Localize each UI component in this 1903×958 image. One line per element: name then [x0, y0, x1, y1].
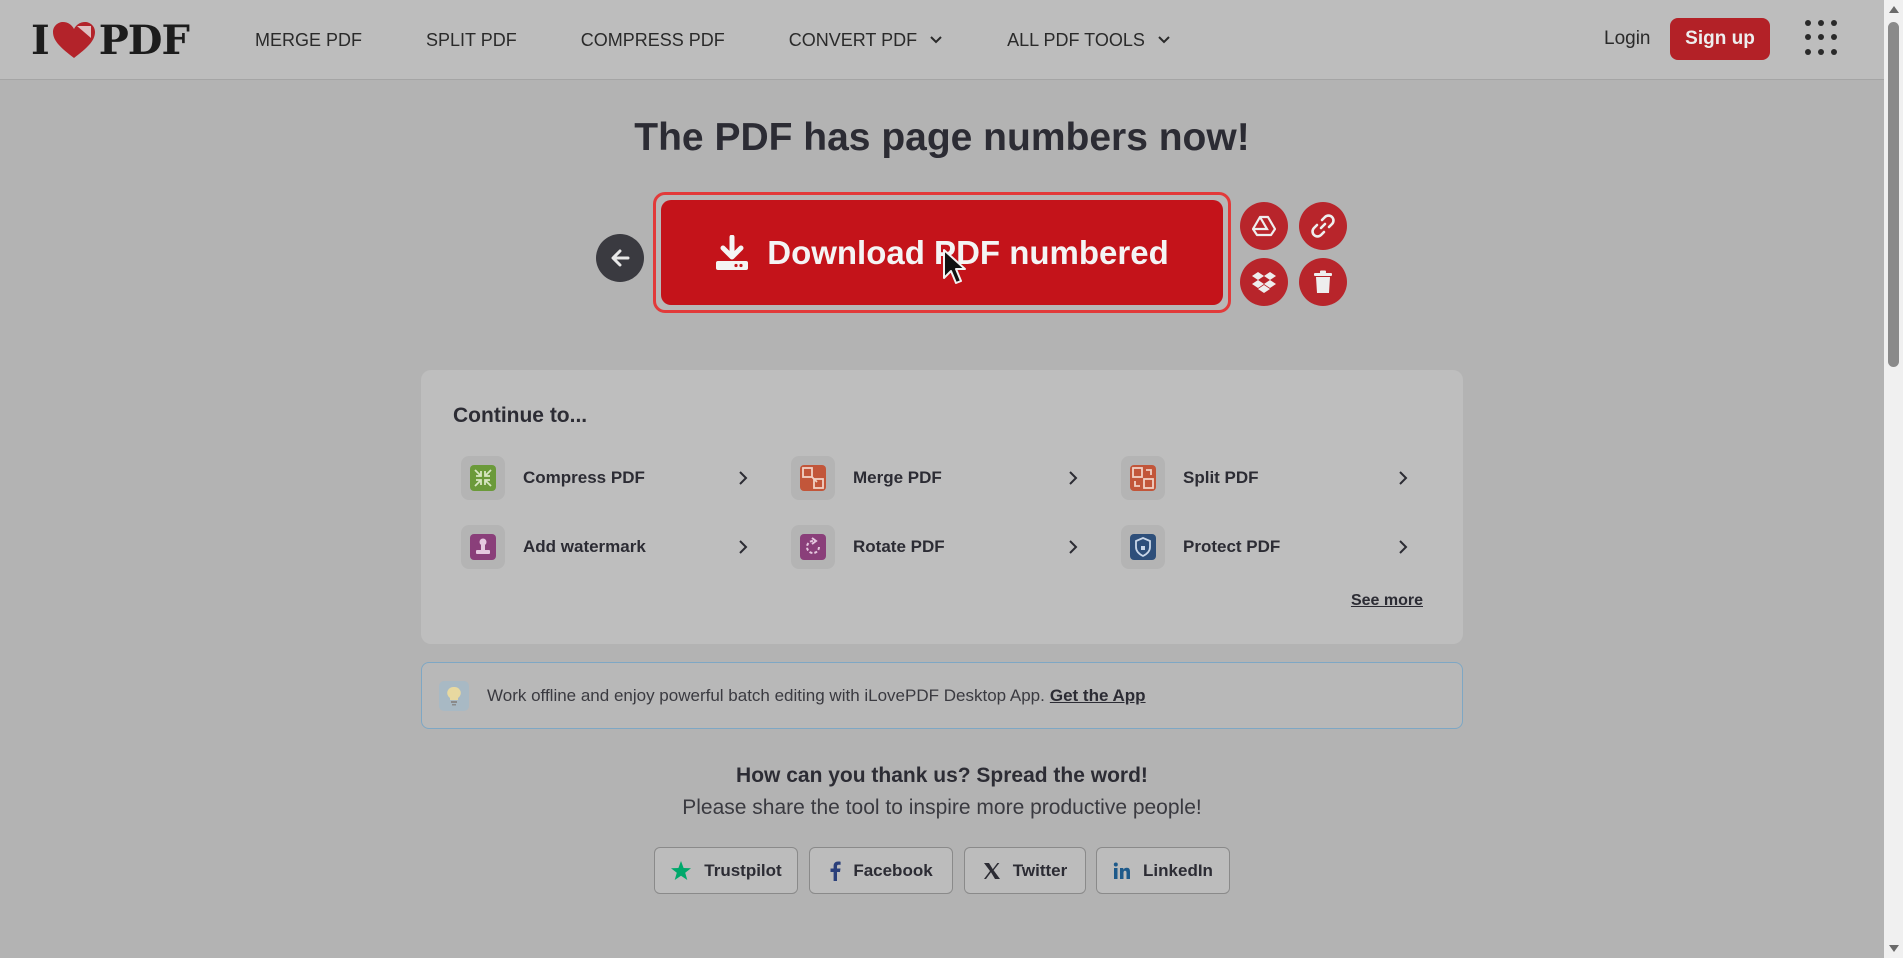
compress-icon — [461, 456, 505, 500]
merge-icon — [791, 456, 835, 500]
nav-label: CONVERT PDF — [788, 29, 918, 50]
chevron-right-icon — [1399, 540, 1408, 554]
continue-to-panel: Continue to... Compress PDF Merge PDF Sp… — [421, 370, 1463, 644]
nav-merge-pdf[interactable]: MERGE PDF — [255, 30, 362, 51]
share-link-button[interactable] — [1299, 202, 1347, 250]
heart-icon — [51, 20, 97, 60]
nav-label: MERGE PDF — [255, 29, 363, 50]
continue-protect-pdf[interactable]: Protect PDF — [1113, 523, 1413, 571]
nav-label: ALL PDF TOOLS — [1007, 29, 1145, 50]
lightbulb-icon — [439, 680, 469, 711]
chevron-right-icon — [1069, 471, 1078, 485]
signup-button[interactable]: Sign up — [1670, 18, 1770, 60]
scroll-down-icon[interactable] — [1889, 945, 1899, 952]
back-button[interactable] — [596, 234, 644, 282]
dot — [1805, 34, 1811, 41]
continue-compress-pdf[interactable]: Compress PDF — [453, 454, 753, 502]
tool-label: Rotate PDF — [853, 537, 945, 556]
chevron-down-icon — [1158, 36, 1170, 44]
chevron-right-icon — [739, 471, 748, 485]
dot — [1818, 34, 1824, 41]
nav-label: SPLIT PDF — [426, 29, 517, 50]
chevron-down-icon — [930, 36, 942, 44]
shield-icon — [1121, 525, 1165, 569]
continue-split-pdf[interactable]: Split PDF — [1113, 454, 1413, 502]
chevron-right-icon — [1069, 540, 1078, 554]
page-scrollbar[interactable] — [1884, 0, 1903, 958]
page-title: The PDF has page numbers now! — [634, 116, 1250, 159]
chevron-right-icon — [739, 540, 748, 554]
dot — [1831, 34, 1837, 41]
social-label: LinkedIn — [1143, 860, 1213, 880]
social-label: Facebook — [853, 860, 933, 880]
scroll-up-icon[interactable] — [1889, 6, 1899, 13]
continue-add-watermark[interactable]: Add watermark — [453, 523, 753, 571]
ilovepdf-logo[interactable]: I PDF — [31, 17, 190, 64]
share-facebook-button[interactable]: Facebook — [809, 847, 953, 894]
nav-split-pdf[interactable]: SPLIT PDF — [426, 30, 517, 51]
save-to-google-drive-button[interactable] — [1240, 202, 1288, 250]
tool-label: Merge PDF — [853, 468, 942, 487]
continue-heading: Continue to... — [453, 404, 588, 427]
social-label: Twitter — [1012, 860, 1068, 880]
scrollbar-thumb[interactable] — [1888, 22, 1899, 367]
dot — [1831, 48, 1837, 55]
watermark-icon — [461, 525, 505, 569]
split-icon — [1121, 456, 1165, 500]
social-label: Trustpilot — [704, 860, 782, 880]
tool-label: Compress PDF — [523, 468, 645, 487]
chevron-right-icon — [1399, 471, 1408, 485]
nav-compress-pdf[interactable]: COMPRESS PDF — [581, 30, 725, 51]
get-the-app-link[interactable]: Get the App — [1050, 686, 1146, 706]
nav-label: COMPRESS PDF — [580, 29, 725, 50]
top-navbar: I PDF MERGE PDF SPLIT PDF COMPRESS PDF C… — [0, 0, 1884, 80]
dot — [1831, 20, 1837, 26]
mouse-cursor-icon — [943, 249, 966, 284]
google-drive-icon — [1252, 215, 1276, 237]
share-linkedin-button[interactable]: LinkedIn — [1096, 847, 1230, 894]
dot — [1805, 48, 1811, 55]
logo-letter-i: I — [31, 16, 50, 64]
banner-text: Work offline and enjoy powerful batch ed… — [487, 685, 1045, 705]
dot — [1818, 20, 1824, 26]
continue-rotate-pdf[interactable]: Rotate PDF — [783, 523, 1083, 571]
linkedin-icon — [1113, 862, 1131, 879]
nav-all-pdf-tools[interactable]: ALL PDF TOOLS — [1007, 30, 1171, 51]
main-nav: MERGE PDF SPLIT PDF COMPRESS PDF CONVERT… — [255, 0, 1235, 80]
facebook-icon — [830, 861, 841, 881]
dot — [1818, 48, 1824, 55]
dropbox-icon — [1252, 272, 1276, 293]
link-icon — [1311, 214, 1335, 238]
logo-text-pdf: PDF — [98, 16, 190, 64]
tool-label: Split PDF — [1183, 468, 1259, 487]
dot — [1805, 20, 1811, 26]
tool-label: Add watermark — [523, 537, 646, 556]
trash-icon — [1314, 270, 1332, 293]
star-icon — [671, 860, 692, 880]
see-more-link[interactable]: See more — [1351, 592, 1423, 610]
tool-label: Protect PDF — [1183, 537, 1281, 556]
x-icon — [983, 862, 1000, 879]
delete-file-button[interactable] — [1299, 258, 1347, 306]
continue-merge-pdf[interactable]: Merge PDF — [783, 454, 1083, 502]
thanks-heading: How can you thank us? Spread the word! — [736, 764, 1148, 787]
share-twitter-button[interactable]: Twitter — [964, 847, 1086, 894]
arrow-left-icon — [611, 249, 630, 267]
nav-convert-pdf[interactable]: CONVERT PDF — [789, 30, 943, 51]
desktop-app-banner: Work offline and enjoy powerful batch ed… — [421, 662, 1463, 729]
rotate-icon — [791, 525, 835, 569]
apps-grid-icon[interactable] — [1805, 20, 1841, 56]
login-link[interactable]: Login — [1604, 28, 1651, 50]
download-icon — [716, 234, 749, 270]
save-to-dropbox-button[interactable] — [1240, 258, 1288, 306]
share-trustpilot-button[interactable]: Trustpilot — [654, 847, 798, 894]
share-subheading: Please share the tool to inspire more pr… — [682, 796, 1202, 819]
